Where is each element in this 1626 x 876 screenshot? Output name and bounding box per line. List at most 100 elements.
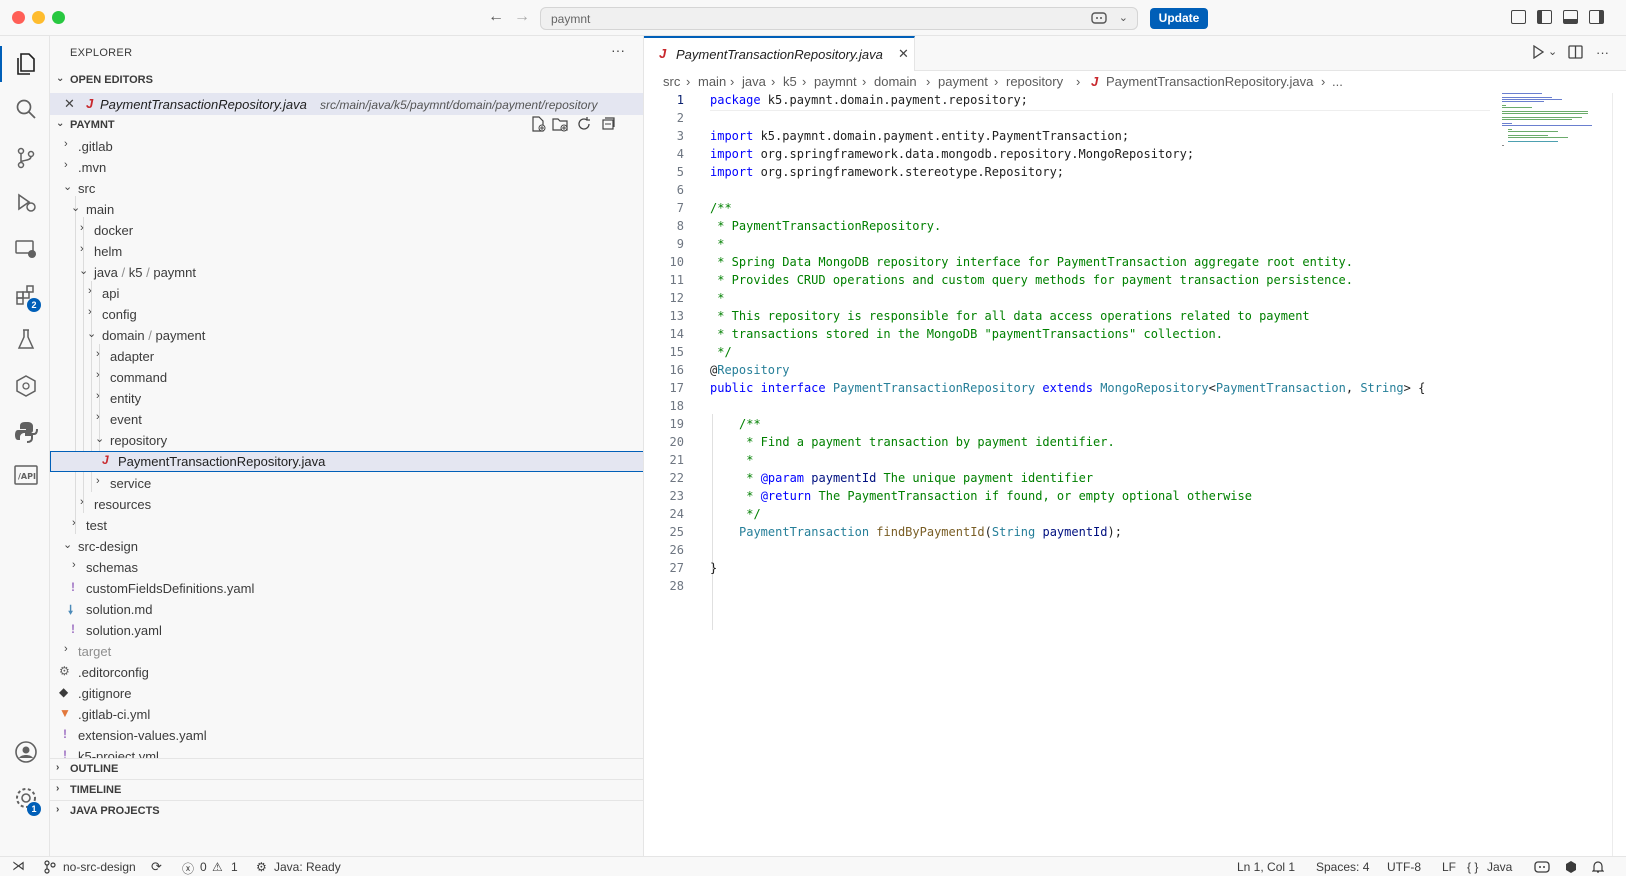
tree-item-api[interactable]: › api <box>50 283 643 304</box>
toggle-primary-sidebar-icon[interactable] <box>1537 10 1552 24</box>
tree-item-domain-payment[interactable]: ⌄ domain / payment <box>50 325 643 346</box>
tree-item-adapter[interactable]: › adapter <box>50 346 643 367</box>
breadcrumb-k5[interactable]: k5 <box>783 74 797 89</box>
collapse-all-icon[interactable] <box>600 116 616 135</box>
toggle-panel-icon[interactable] <box>1563 10 1578 24</box>
run-debug-icon[interactable] <box>13 192 39 218</box>
breadcrumb-main[interactable]: main <box>698 74 726 89</box>
tree-item-resources[interactable]: › resources <box>50 494 643 515</box>
breadcrumb-repository[interactable]: repository <box>1006 74 1063 89</box>
tree-item-test[interactable]: › test <box>50 515 643 536</box>
remote-indicator-icon[interactable]: ⋊ <box>12 858 25 874</box>
maximize-window-button[interactable] <box>52 11 65 24</box>
copilot-icon[interactable] <box>1091 11 1107 28</box>
tree-item-main[interactable]: ⌄ main <box>50 199 643 220</box>
tree-item-gitignore[interactable]: ◆ .gitignore <box>50 683 643 704</box>
tree-item-k5-project[interactable]: ! k5-project.yml <box>50 746 643 758</box>
tree-item-service[interactable]: › service <box>50 473 643 494</box>
warning-count[interactable]: 1 <box>231 860 238 874</box>
java-status[interactable]: Java: Ready <box>274 860 341 874</box>
tree-item-helm[interactable]: › helm <box>50 241 643 262</box>
tree-item-repository-file[interactable]: J PaymentTransactionRepository.java <box>50 451 643 472</box>
tree-item-event[interactable]: › event <box>50 409 643 430</box>
tree-item-target[interactable]: › target <box>50 641 643 662</box>
new-file-icon[interactable] <box>530 116 546 135</box>
tree-item-entity[interactable]: › entity <box>50 388 643 409</box>
tree-item-src-design[interactable]: ⌄ src-design <box>50 536 643 557</box>
breadcrumb-paymnt[interactable]: paymnt <box>814 74 857 89</box>
back-arrow-icon[interactable]: ← <box>488 8 504 26</box>
tree-item-mvn[interactable]: › .mvn <box>50 157 643 178</box>
account-icon[interactable] <box>13 740 39 766</box>
java-projects-header[interactable]: › JAVA PROJECTS <box>50 800 643 822</box>
tree-item-src[interactable]: ⌄ src <box>50 178 643 199</box>
breadcrumb-java[interactable]: java <box>742 74 766 89</box>
breadcrumb-file[interactable]: PaymentTransactionRepository.java <box>1106 74 1313 89</box>
error-icon[interactable]: ⓧ <box>182 860 194 876</box>
open-editor-item[interactable]: ✕ J PaymentTransactionRepository.java sr… <box>50 93 643 115</box>
customize-layout-icon[interactable] <box>1511 10 1526 24</box>
kubernetes-status-icon[interactable] <box>1564 860 1578 876</box>
sync-icon[interactable]: ⟳ <box>151 859 162 875</box>
python-icon[interactable] <box>13 420 39 446</box>
testing-flask-icon[interactable] <box>13 328 39 354</box>
tree-item-gitlab-ci[interactable]: ▼ .gitlab-ci.yml <box>50 704 643 725</box>
tree-item-extension-values[interactable]: ! extension-values.yaml <box>50 725 643 746</box>
tree-item-solution-md[interactable]: 🠗 solution.md <box>50 599 643 620</box>
remote-explorer-icon[interactable] <box>13 238 39 264</box>
minimap[interactable] <box>1500 93 1620 153</box>
open-editors-header[interactable]: ⌄ OPEN EDITORS <box>50 70 643 92</box>
end-of-line[interactable]: LF <box>1442 860 1456 874</box>
code-editor[interactable]: 1 2 3 4 5 6 7 8 9 10 11 12 13 14 15 16 1… <box>644 93 1626 856</box>
breadcrumb-payment[interactable]: payment <box>938 74 988 89</box>
search-icon[interactable] <box>13 98 39 124</box>
breadcrumb-symbols[interactable]: ... <box>1332 74 1343 89</box>
source-control-icon[interactable] <box>13 146 39 172</box>
api-icon[interactable]: /API <box>13 464 39 490</box>
more-actions-icon[interactable]: ··· <box>611 42 625 58</box>
tab-payment-transaction-repository[interactable]: J PaymentTransactionRepository.java ✕ <box>644 36 915 71</box>
vertical-scrollbar[interactable] <box>1612 93 1626 856</box>
run-icon[interactable] <box>1532 44 1545 62</box>
branch-name[interactable]: no-src-design <box>63 860 136 874</box>
encoding[interactable]: UTF-8 <box>1387 860 1421 874</box>
tree-item-gitlab[interactable]: › .gitlab <box>50 136 643 157</box>
timeline-header[interactable]: › TIMELINE <box>50 779 643 801</box>
refresh-icon[interactable] <box>576 116 592 135</box>
breadcrumb-domain[interactable]: domain <box>874 74 917 89</box>
forward-arrow-icon[interactable]: → <box>514 8 530 26</box>
more-actions-icon[interactable]: ··· <box>1596 45 1609 60</box>
close-window-button[interactable] <box>12 11 25 24</box>
language-mode[interactable]: Java <box>1487 860 1512 874</box>
tree-item-docker[interactable]: › docker <box>50 220 643 241</box>
tree-item-command[interactable]: › command <box>50 367 643 388</box>
update-button[interactable]: Update <box>1150 8 1208 29</box>
tree-item-config[interactable]: › config <box>50 304 643 325</box>
cursor-position[interactable]: Ln 1, Col 1 <box>1237 860 1295 874</box>
tree-item-custom-fields[interactable]: ! customFieldsDefinitions.yaml <box>50 578 643 599</box>
chevron-down-icon[interactable]: ⌄ <box>1119 11 1128 24</box>
kubernetes-icon[interactable] <box>13 374 39 400</box>
toggle-secondary-sidebar-icon[interactable] <box>1589 10 1604 24</box>
tree-item-editorconfig[interactable]: ⚙ .editorconfig <box>50 662 643 683</box>
breadcrumb-src[interactable]: src <box>663 74 680 89</box>
split-editor-icon[interactable] <box>1568 45 1583 62</box>
error-count[interactable]: 0 <box>200 860 207 874</box>
tree-item-schemas[interactable]: › schemas <box>50 557 643 578</box>
copilot-status-icon[interactable] <box>1534 860 1550 876</box>
minimize-window-button[interactable] <box>32 11 45 24</box>
close-icon[interactable]: ✕ <box>898 46 909 62</box>
tree-item-repository[interactable]: ⌄ repository <box>50 430 643 451</box>
chevron-down-icon[interactable]: ⌄ <box>1548 45 1557 58</box>
close-icon[interactable]: ✕ <box>64 96 75 112</box>
warning-icon[interactable]: ⚠ <box>212 860 223 874</box>
explorer-icon[interactable] <box>13 52 39 78</box>
tree-item-solution-yaml[interactable]: ! solution.yaml <box>50 620 643 641</box>
outline-header[interactable]: › OUTLINE <box>50 758 643 780</box>
branch-icon[interactable] <box>44 860 56 876</box>
notifications-bell-icon[interactable] <box>1591 860 1605 876</box>
tree-item-java-k5-paymnt[interactable]: ⌄ java / k5 / paymnt <box>50 262 643 283</box>
new-folder-icon[interactable] <box>552 116 568 135</box>
indentation[interactable]: Spaces: 4 <box>1316 860 1369 874</box>
command-center-search[interactable]: paymnt ⌄ <box>540 7 1138 30</box>
